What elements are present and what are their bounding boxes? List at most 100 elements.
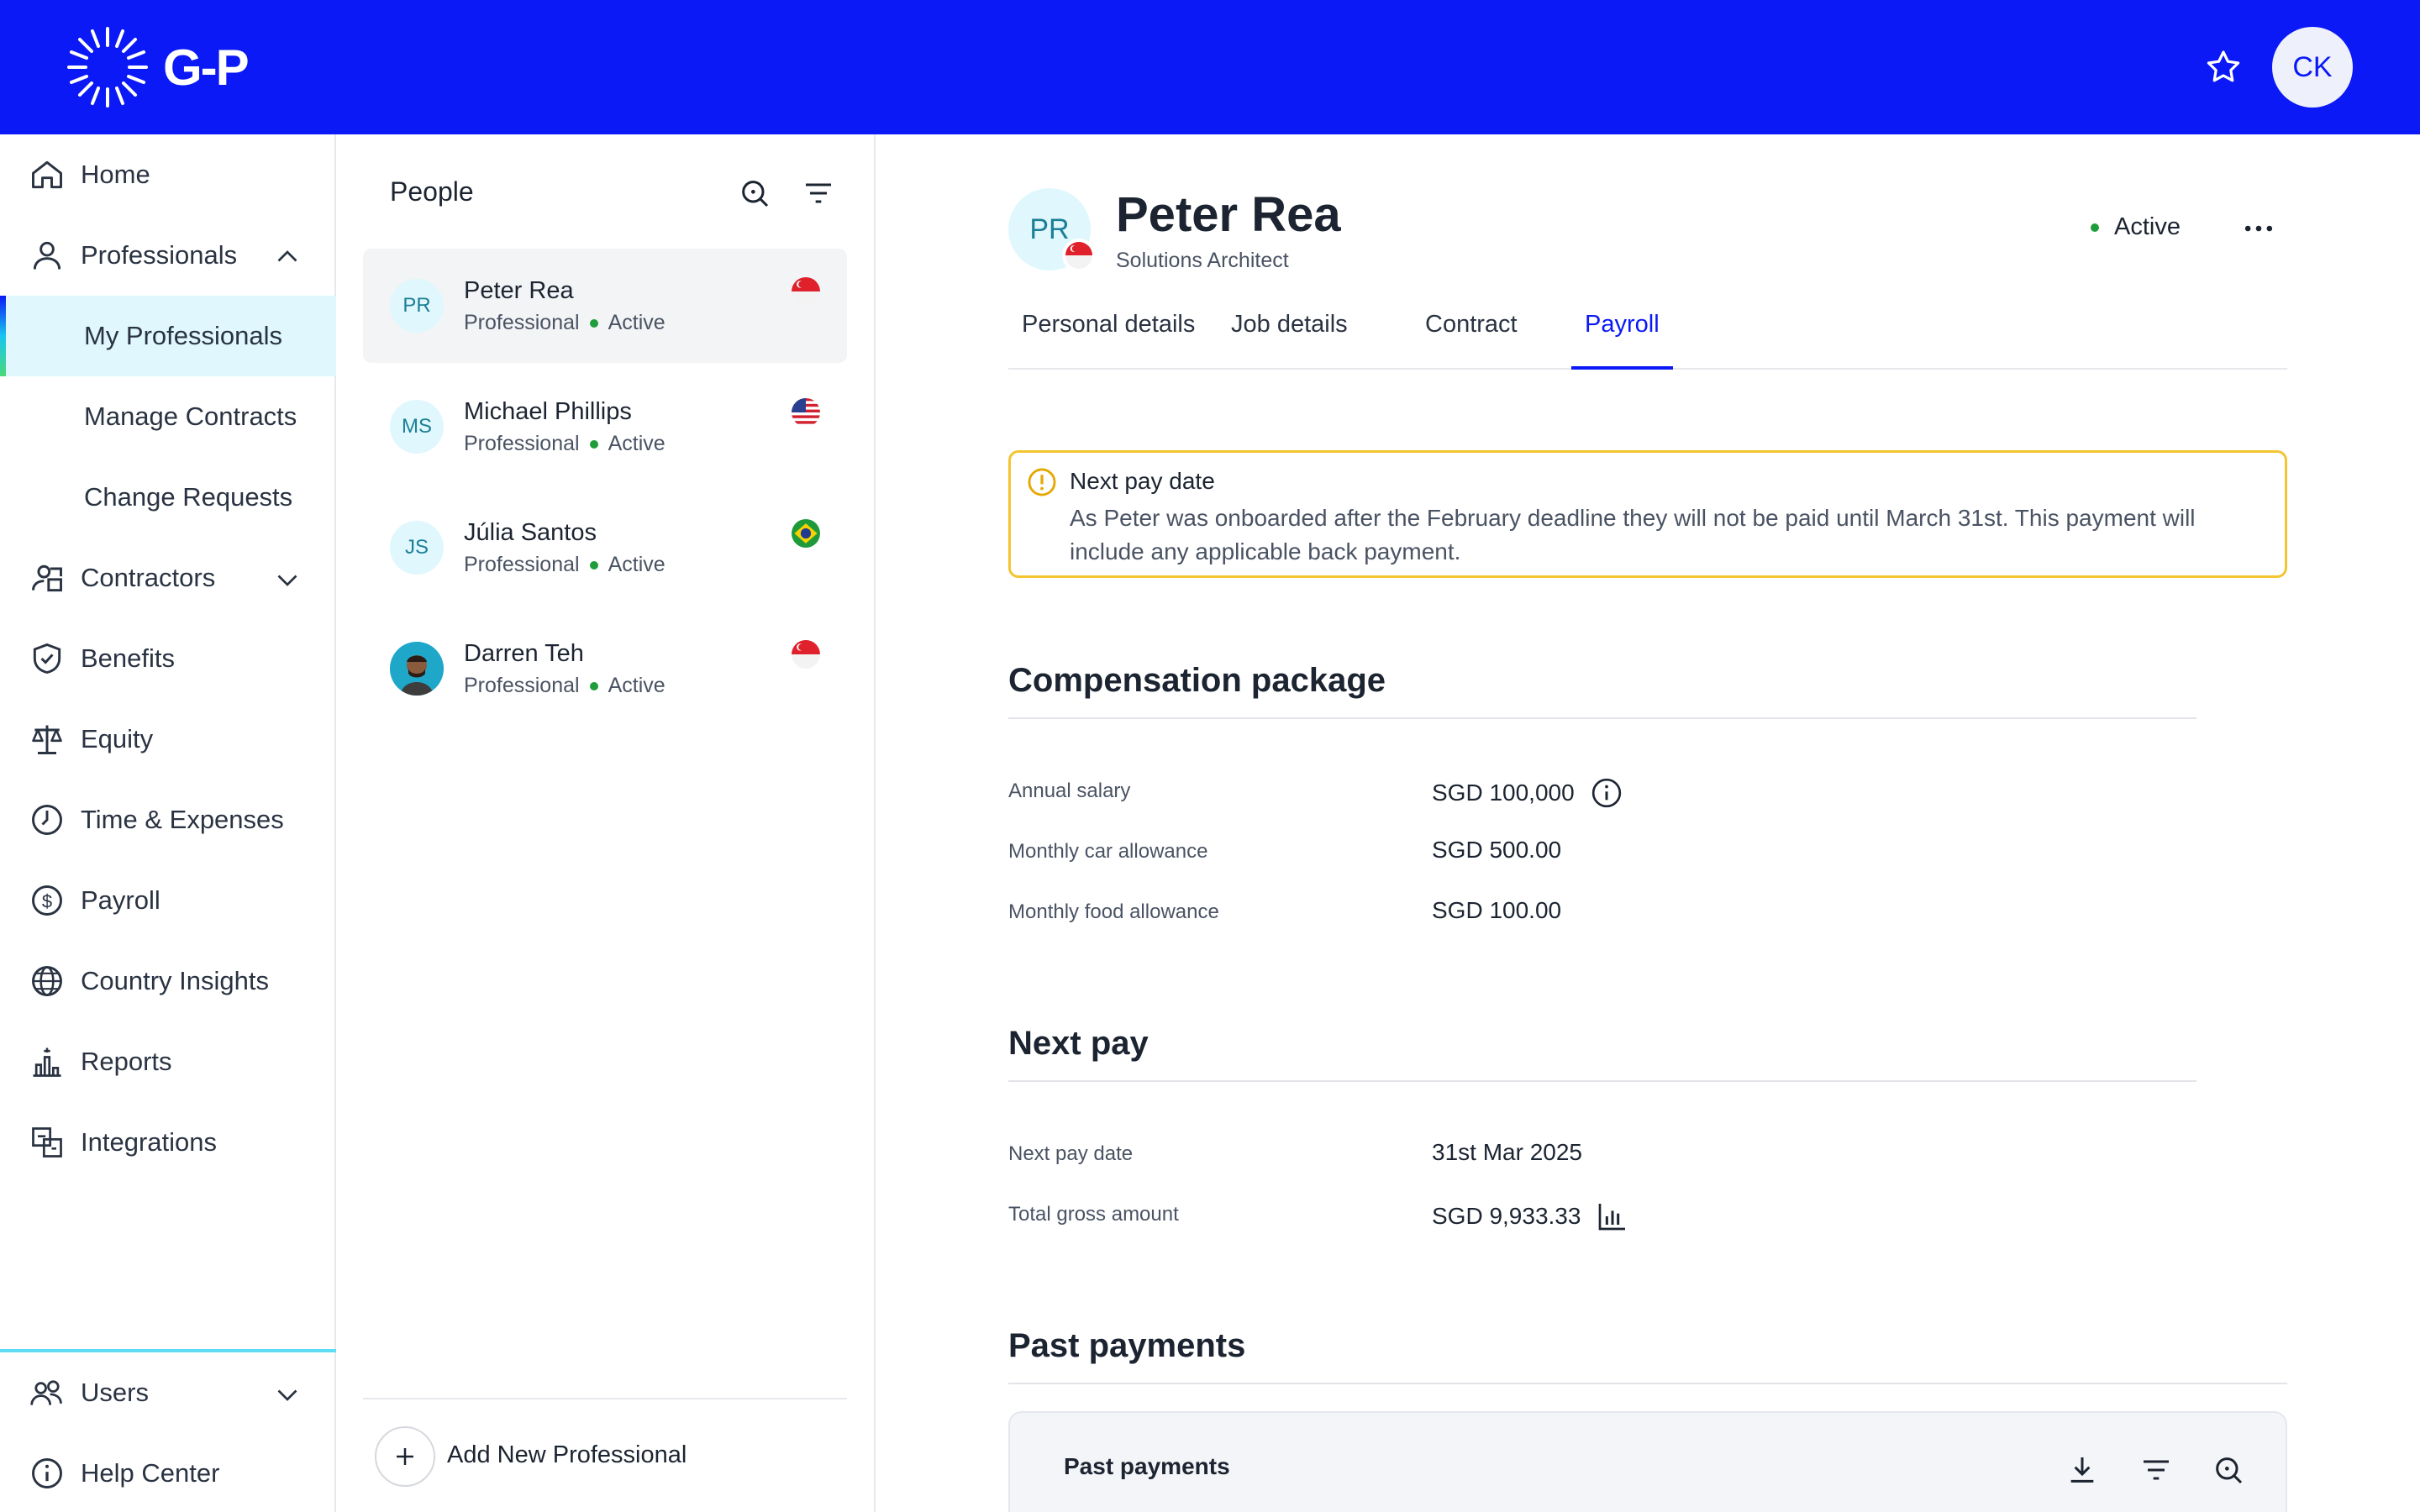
tab-job-details[interactable]: Job details [1218, 311, 1361, 370]
sidebar-item-label: Benefits [81, 643, 176, 673]
status-text: Active [2114, 213, 2181, 240]
search-icon[interactable] [2212, 1453, 2245, 1487]
sidebar-item-country-insights[interactable]: Country Insights [0, 941, 336, 1021]
avatar: JS [390, 521, 444, 575]
person-name: Júlia Santos [464, 519, 597, 546]
reports-icon [33, 1047, 61, 1077]
profile-name: Peter Rea [1116, 187, 1341, 242]
person-status: Active [608, 553, 666, 576]
field-value: SGD 9,933.33 [1432, 1200, 1629, 1233]
info-icon[interactable] [1590, 776, 1623, 810]
person-name: Peter Rea [464, 277, 574, 304]
sidebar-item-contractors[interactable]: Contractors [0, 538, 336, 618]
warning-icon [1028, 468, 1056, 496]
person-meta: Professional Active [464, 432, 666, 456]
add-professional-button[interactable] [375, 1426, 435, 1487]
sidebar-item-change-requests[interactable]: Change Requests [0, 457, 336, 538]
person-list-item[interactable]: MS Michael Phillips Professional Active [363, 370, 847, 484]
sidebar-item-label: My Professionals [84, 321, 283, 350]
chevron-down-icon[interactable] [272, 564, 302, 595]
sidebar-item-professionals[interactable]: Professionals [0, 215, 336, 296]
status-dot [2091, 223, 2099, 232]
search-icon[interactable] [738, 176, 771, 210]
person-role: Professional [464, 432, 580, 455]
bar-chart-icon[interactable] [1596, 1200, 1629, 1233]
person-meta: Professional Active [464, 674, 666, 698]
divider [363, 1398, 847, 1399]
shield-icon [33, 643, 61, 675]
download-icon[interactable] [2065, 1453, 2099, 1487]
top-bar: G-P CK [0, 0, 2420, 134]
alert-body: As Peter was onboarded after the Februar… [1070, 505, 2196, 564]
chevron-up-icon[interactable] [272, 242, 302, 272]
globe-icon [32, 966, 62, 996]
add-professional-label[interactable]: Add New Professional [447, 1441, 687, 1469]
status-dot [589, 560, 598, 570]
field-value: SGD 100,000 [1432, 776, 1623, 810]
sidebar-item-integrations[interactable]: Integrations [0, 1102, 336, 1183]
sidebar-item-label: Home [81, 160, 150, 189]
tab-payroll[interactable]: Payroll [1571, 311, 1673, 370]
sidebar-item-label: Integrations [81, 1127, 217, 1157]
status-badge: Active [2091, 213, 2181, 241]
past-payments-card-title: Past payments [1064, 1453, 1230, 1479]
sidebar-item-home[interactable]: Home [0, 134, 336, 215]
filter-icon[interactable] [802, 176, 835, 210]
person-list-item[interactable]: JS Júlia Santos Professional Active [363, 491, 847, 605]
sidebar-item-label: Help Center [81, 1458, 220, 1488]
sidebar-item-label: Country Insights [81, 966, 269, 995]
sidebar-item-payroll[interactable]: $ Payroll [0, 860, 336, 941]
person-status: Active [608, 311, 666, 334]
sidebar-item-label: Manage Contracts [84, 402, 297, 431]
sidebar-item-help-center[interactable]: Help Center [0, 1433, 336, 1512]
alert-title: Next pay date [1070, 468, 1215, 494]
people-panel: People PR Peter Rea Professional Active M… [336, 134, 876, 1512]
field-value: 31st Mar 2025 [1432, 1139, 1582, 1165]
section-title-next-pay: Next pay [1008, 1025, 1149, 1062]
more-options-icon[interactable] [2240, 210, 2277, 247]
field-label: Annual salary [1008, 780, 1131, 802]
person-list-item[interactable]: PR Peter Rea Professional Active [363, 249, 847, 363]
user-avatar[interactable]: CK [2272, 27, 2353, 108]
people-title: People [390, 176, 474, 207]
profile-main: PR Peter Rea Solutions Architect Active … [876, 134, 2420, 1512]
sidebar-item-equity[interactable]: Equity [0, 699, 336, 780]
sidebar-item-users[interactable]: Users [0, 1352, 336, 1433]
singapore-flag-icon [792, 640, 820, 669]
divider [1008, 1383, 2287, 1384]
clock-icon [32, 805, 62, 835]
star-icon[interactable] [2203, 47, 2244, 87]
sidebar-item-time-expenses[interactable]: Time & Expenses [0, 780, 336, 860]
singapore-flag-icon [792, 277, 820, 306]
person-list-item[interactable]: Darren Teh Professional Active [363, 612, 847, 726]
person-role: Professional [464, 311, 580, 334]
total-gross-value: SGD 9,933.33 [1432, 1203, 1581, 1229]
home-icon [32, 160, 62, 189]
field-value: SGD 100.00 [1432, 897, 1562, 923]
sidebar-item-label: Equity [81, 724, 154, 753]
contractors-icon [32, 564, 62, 592]
sidebar-item-manage-contracts[interactable]: Manage Contracts [0, 376, 336, 457]
sidebar-item-my-professionals[interactable]: My Professionals [0, 296, 336, 376]
sidebar-item-benefits[interactable]: Benefits [0, 618, 336, 699]
avatar: PR [390, 279, 444, 333]
status-dot [589, 681, 598, 690]
info-icon [32, 1458, 62, 1488]
chevron-down-icon[interactable] [272, 1379, 302, 1410]
filter-icon[interactable] [2139, 1453, 2173, 1487]
field-label: Monthly car allowance [1008, 840, 1208, 863]
plus-icon [397, 1448, 413, 1465]
sidebar-item-reports[interactable]: Reports [0, 1021, 336, 1102]
sidebar-item-label: Contractors [81, 563, 216, 592]
integrations-icon [32, 1127, 62, 1158]
person-role: Professional [464, 553, 580, 576]
person-role: Professional [464, 674, 580, 697]
tab-contract[interactable]: Contract [1412, 311, 1531, 370]
sidebar-item-label: Reports [81, 1047, 172, 1076]
sidebar-item-label: Time & Expenses [81, 805, 284, 834]
person-meta: Professional Active [464, 311, 666, 335]
users-icon [30, 1380, 62, 1405]
brand-logo[interactable]: G-P [66, 25, 250, 109]
tab-personal-details[interactable]: Personal details [1008, 311, 1208, 370]
field-value: SGD 500.00 [1432, 837, 1562, 863]
